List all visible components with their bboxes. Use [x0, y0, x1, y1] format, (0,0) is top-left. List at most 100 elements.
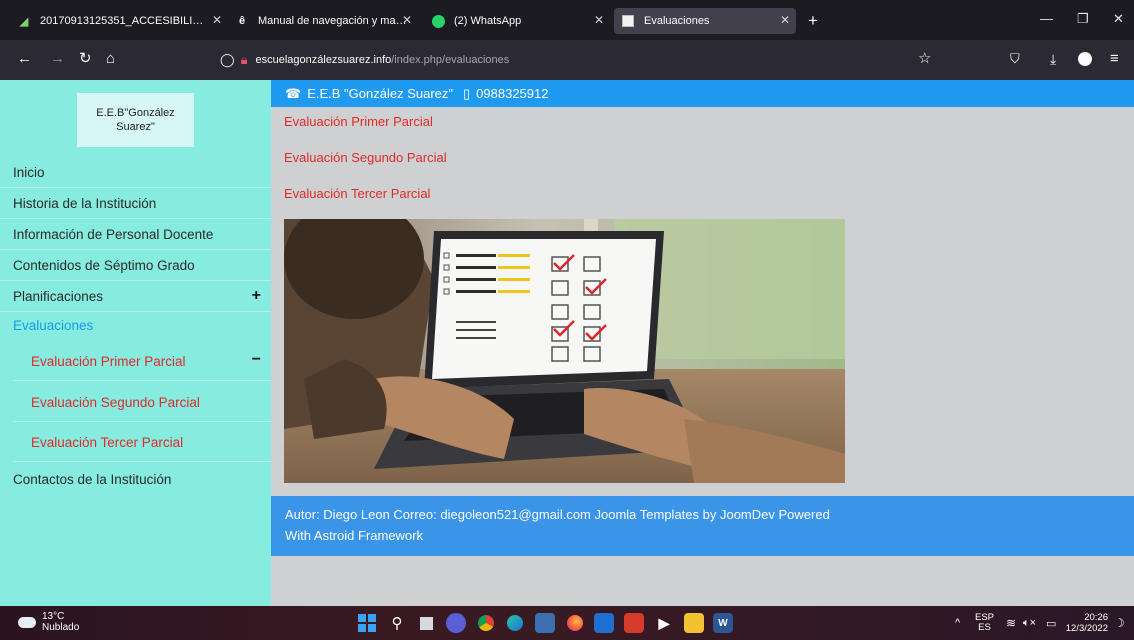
tab-pdf[interactable]: ◢ 20170913125351_ACCESIBILIDAD_Y_ ✕	[8, 8, 228, 34]
cloud-icon	[18, 616, 36, 628]
sidebar-item-contenidos[interactable]: Contenidos de Séptimo Grado	[0, 250, 271, 281]
url-domain: escuelagonzálezsuarez.info	[255, 54, 392, 66]
pdf-icon: ◢	[19, 15, 29, 28]
site-logo[interactable]: E.E.B"González Suarez"	[77, 93, 194, 147]
file-explorer-icon[interactable]	[684, 613, 704, 633]
tab-manual[interactable]: ê Manual de navegación y manej ✕	[230, 8, 418, 34]
submenu-item-label: Evaluación Segundo Parcial	[31, 395, 200, 410]
submenu-item-label: Evaluación Primer Parcial	[31, 354, 186, 369]
clock[interactable]: 20:26 12/3/2022	[1064, 606, 1108, 640]
notifications-icon[interactable]: ☽	[1114, 606, 1125, 640]
windows-taskbar: 13°C Nublado ⚲ ▶ W ^ ESP ES ≋ 🔈︎× ▭ 20:2…	[0, 606, 1134, 640]
word-icon[interactable]: W	[713, 613, 733, 633]
mobile-icon: ▯	[463, 85, 471, 101]
close-icon[interactable]: ✕	[594, 13, 604, 27]
sidebar-item-historia[interactable]: Historia de la Institución	[0, 188, 271, 219]
mail-icon[interactable]	[594, 613, 614, 633]
bookmark-star-icon[interactable]: ☆	[918, 51, 931, 67]
firefox-icon[interactable]	[565, 613, 585, 633]
reload-icon[interactable]: ↻	[79, 51, 92, 67]
edge-doc-icon: ê	[238, 15, 246, 27]
contact-topbar: ☎︎ E.E.B "González Suarez" ▯ 0988325912	[271, 80, 1134, 107]
sidebar-item-label: Evaluaciones	[13, 318, 94, 333]
sidebar-item-label: Contenidos de Séptimo Grado	[13, 257, 195, 273]
close-icon[interactable]: ✕	[780, 13, 790, 27]
url-path: /index.php/evaluaciones	[391, 54, 510, 66]
sidebar-item-inicio[interactable]: Inicio	[0, 157, 271, 188]
forward-icon[interactable]: →	[50, 51, 65, 67]
teams-chat-icon[interactable]	[446, 613, 466, 633]
submenu-item-tercer-parcial[interactable]: Evaluación Tercer Parcial	[13, 424, 271, 462]
link-tercer-parcial[interactable]: Evaluación Tercer Parcial	[284, 186, 430, 201]
sidebar-item-label: Planificaciones	[13, 288, 104, 304]
shield-icon[interactable]: ◯	[220, 52, 235, 68]
sidebar-item-label: Información de Personal Docente	[13, 226, 214, 242]
sidebar-item-label: Historia de la Institución	[13, 195, 157, 211]
chevron-up-icon[interactable]: ^	[955, 606, 960, 640]
url-text[interactable]: escuelagonzálezsuarez.info/index.php/eva…	[255, 54, 509, 66]
edge-icon[interactable]	[505, 613, 525, 633]
url-bar[interactable]: ◯ 🔒︎ escuelagonzálezsuarez.info/index.ph…	[220, 46, 930, 74]
link-segundo-parcial[interactable]: Evaluación Segundo Parcial	[284, 150, 447, 165]
sidebar-item-personal-docente[interactable]: Información de Personal Docente	[0, 219, 271, 250]
expand-toggle[interactable]: +	[252, 287, 261, 305]
tab-title: Evaluaciones	[644, 15, 710, 27]
phone-icon: ☎︎	[285, 85, 302, 101]
school-name: E.E.B "González Suarez"	[307, 86, 454, 101]
wifi-icon[interactable]: ≋	[1006, 606, 1016, 640]
close-window-icon[interactable]: ✕	[1113, 11, 1124, 27]
sidebar-item-contactos[interactable]: Contactos de la Institución	[0, 464, 271, 495]
submenu-item-segundo-parcial[interactable]: Evaluación Segundo Parcial	[13, 384, 271, 422]
minimize-icon[interactable]: —	[1040, 11, 1053, 26]
sidebar-item-label: Inicio	[13, 164, 45, 180]
clock-date: 12/3/2022	[1065, 623, 1108, 634]
tab-whatsapp[interactable]: (2) WhatsApp ✕	[424, 8, 610, 34]
phone-number[interactable]: 0988325912	[476, 86, 548, 101]
home-icon[interactable]: ⌂	[106, 51, 115, 67]
menu-icon[interactable]: ≡	[1110, 51, 1119, 67]
browser-tab-bar: ◢ 20170913125351_ACCESIBILIDAD_Y_ ✕ ê Ma…	[0, 0, 1134, 40]
account-icon[interactable]	[1078, 52, 1092, 66]
back-icon[interactable]: ←	[17, 51, 32, 67]
joomla-icon	[620, 13, 636, 29]
new-tab-button[interactable]: +	[808, 8, 818, 34]
restore-icon[interactable]: ❐	[1077, 11, 1089, 27]
footer-line-1: Autor: Diego Leon Correo: diegoleon521@g…	[285, 507, 830, 522]
clock-time: 20:26	[1084, 612, 1108, 623]
task-view-icon[interactable]	[416, 613, 436, 633]
photos-icon[interactable]	[535, 613, 555, 633]
tab-title: 20170913125351_ACCESIBILIDAD_Y_	[40, 15, 210, 27]
chrome-icon[interactable]	[476, 613, 496, 633]
volume-icon[interactable]: 🔈︎×	[1023, 606, 1036, 640]
sidebar-item-evaluaciones[interactable]: Evaluaciones	[0, 310, 271, 341]
search-icon[interactable]: ⚲	[387, 613, 407, 633]
windows-start-icon[interactable]	[357, 613, 377, 633]
tab-title: Manual de navegación y manej	[258, 15, 408, 27]
media-player-icon[interactable]: ▶	[654, 613, 674, 633]
weather-condition: Nublado	[42, 622, 80, 633]
pocket-icon[interactable]: ⛉	[1010, 51, 1020, 67]
sidebar-item-label: Contactos de la Institución	[13, 472, 172, 487]
submenu-item-primer-parcial[interactable]: Evaluación Primer Parcial −	[13, 343, 271, 381]
weather-temp: 13°C	[42, 611, 65, 622]
submenu-item-label: Evaluación Tercer Parcial	[31, 435, 184, 450]
battery-icon[interactable]: ▭	[1046, 606, 1056, 640]
page-viewport: E.E.B"González Suarez" Inicio Historia d…	[0, 80, 1134, 606]
link-primer-parcial[interactable]: Evaluación Primer Parcial	[284, 114, 433, 129]
sidebar-item-planificaciones[interactable]: Planificaciones +	[0, 281, 271, 312]
evaluation-laptop-image	[284, 219, 845, 483]
close-icon[interactable]: ✕	[212, 13, 222, 27]
tab-title: (2) WhatsApp	[454, 15, 522, 27]
lang-bottom: ES	[978, 622, 991, 633]
download-icon[interactable]: ⤓	[1050, 51, 1056, 67]
tab-evaluaciones[interactable]: Evaluaciones ✕	[614, 8, 796, 34]
collapse-toggle[interactable]: −	[252, 351, 261, 369]
lock-icon[interactable]: 🔒︎	[241, 52, 248, 68]
sidebar: E.E.B"González Suarez" Inicio Historia d…	[0, 80, 271, 606]
footer-line-2: With Astroid Framework	[285, 528, 423, 543]
office-icon[interactable]	[624, 613, 644, 633]
close-icon[interactable]: ✕	[402, 13, 412, 27]
whatsapp-icon	[430, 13, 446, 29]
language-indicator[interactable]: ESP ES	[975, 606, 994, 640]
weather-widget[interactable]: 13°C Nublado	[18, 611, 79, 633]
